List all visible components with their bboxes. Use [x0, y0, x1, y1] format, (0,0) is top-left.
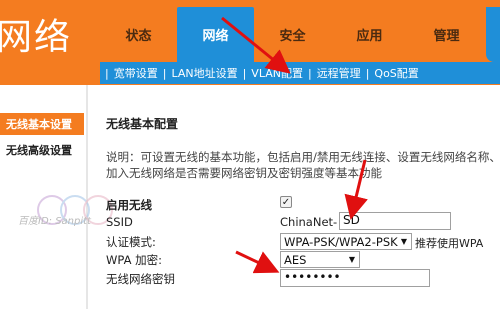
nav-tab-security[interactable]: 安全: [254, 7, 331, 62]
ssid-prefix: ChinaNet-: [280, 215, 338, 229]
section-description: 说明：可设置无线的基本功能，包括启用/禁用无线连接、设置无线网络名称、加入无线网…: [106, 150, 500, 180]
sidebar-item-wireless-basic[interactable]: 无线基本设置: [0, 113, 84, 135]
auth-mode-label: 认证模式:: [106, 235, 156, 249]
nav-tab-management[interactable]: 管理: [408, 7, 485, 62]
wpa-encryption-label: WPA 加密:: [106, 253, 162, 267]
enable-wireless-label: 启用无线: [106, 198, 152, 212]
brand-title: 网络: [0, 17, 73, 58]
auth-mode-hint: 推荐使用WPA: [415, 237, 484, 250]
wpa-encryption-select[interactable]: AES ▼: [280, 251, 360, 268]
subnav-lan-address[interactable]: LAN地址设置: [171, 65, 237, 81]
watermark-text: 百度ID: Sanpitt: [18, 216, 91, 227]
subnav-qos[interactable]: QoS配置: [374, 65, 418, 81]
wireless-key-input[interactable]: ••••••••: [280, 269, 430, 287]
wpa-encryption-value: AES: [284, 252, 307, 267]
chevron-down-icon: ▼: [400, 237, 407, 246]
subnav-vlan[interactable]: VLAN配置: [251, 65, 303, 81]
subnav-broadband[interactable]: 宽带设置: [114, 65, 158, 81]
router-admin-page: 网络 状态 网络 安全 应用 管理 | 宽带设置 | LAN地址设置 | VLA…: [0, 0, 500, 309]
nav-edge-decoration: [486, 7, 500, 62]
main-nav: 状态 网络 安全 应用 管理: [100, 7, 485, 62]
ssid-input[interactable]: SD: [339, 212, 451, 230]
ssid-label: SSID: [106, 215, 133, 229]
nav-tab-status[interactable]: 状态: [100, 7, 177, 62]
auth-mode-value: WPA-PSK/WPA2-PSK: [284, 234, 398, 249]
main-content: 无线基本配置 说明：可设置无线的基本功能，包括启用/禁用无线连接、设置无线网络名…: [92, 85, 500, 309]
auth-mode-select[interactable]: WPA-PSK/WPA2-PSK ▼: [280, 233, 412, 250]
wireless-key-label: 无线网络密钥: [106, 272, 175, 286]
chevron-down-icon: ▼: [348, 255, 355, 264]
subnav-remote-management[interactable]: 远程管理: [317, 65, 361, 81]
sub-nav: | 宽带设置 | LAN地址设置 | VLAN配置 | 远程管理 | QoS配置: [100, 62, 500, 84]
sidebar-item-wireless-advanced[interactable]: 无线高级设置: [0, 139, 84, 161]
nav-tab-network[interactable]: 网络: [177, 7, 254, 62]
nav-tab-applications[interactable]: 应用: [331, 7, 408, 62]
enable-wireless-checkbox[interactable]: ✓: [280, 196, 292, 208]
section-title: 无线基本配置: [106, 117, 179, 131]
